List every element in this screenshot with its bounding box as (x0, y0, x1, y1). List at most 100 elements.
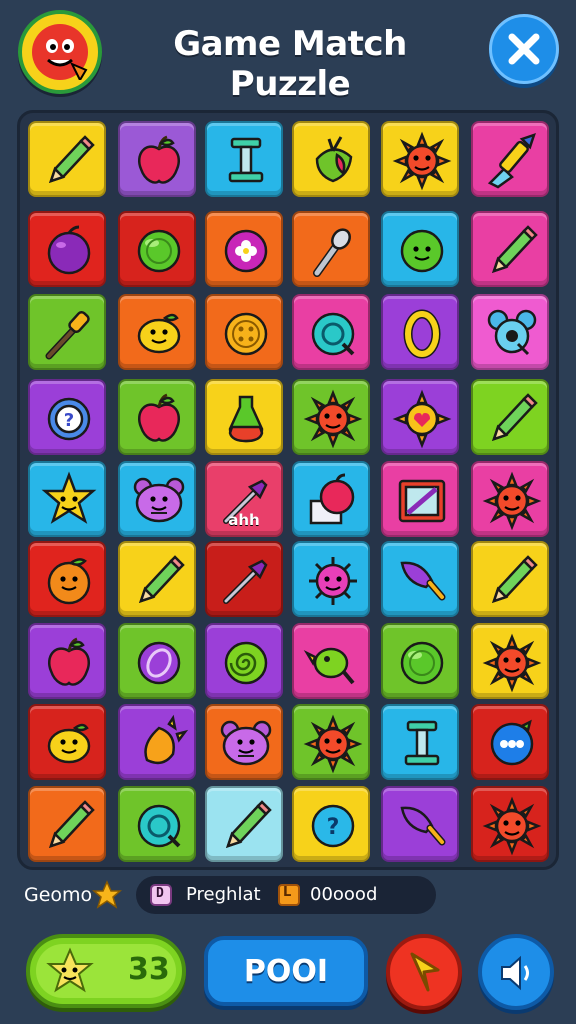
game-tile[interactable] (28, 211, 106, 287)
game-tile[interactable] (118, 211, 196, 287)
feather-brush-icon (400, 561, 446, 601)
game-tile[interactable] (381, 786, 459, 862)
potion-icon (228, 395, 264, 443)
game-tile[interactable] (292, 704, 370, 780)
svg-text:?: ? (64, 410, 74, 431)
feather-brush-icon (400, 806, 446, 846)
game-tile[interactable] (381, 541, 459, 617)
sun-face-icon (303, 389, 363, 449)
game-tile[interactable] (28, 704, 106, 780)
speaker-icon (501, 955, 529, 991)
game-tile[interactable]: ? (28, 379, 106, 455)
back-button[interactable] (386, 934, 462, 1010)
apple-box-icon (309, 473, 355, 525)
fruit-leaf-icon (315, 136, 353, 183)
virus-face-icon (309, 557, 357, 605)
game-tile[interactable] (292, 211, 370, 287)
game-tile[interactable] (381, 461, 459, 537)
game-tile[interactable] (205, 294, 283, 370)
ring-icon (403, 309, 441, 359)
hint-button[interactable]: 33 (26, 934, 186, 1008)
game-tile[interactable] (471, 461, 549, 537)
game-tile[interactable] (292, 379, 370, 455)
game-tile[interactable] (471, 786, 549, 862)
sound-button[interactable] (478, 934, 554, 1010)
status-bar: Geomo D Preghlat L 00οοοd (0, 874, 576, 918)
bear-face-icon (133, 477, 185, 523)
game-tile[interactable] (471, 623, 549, 699)
torch-icon (313, 228, 351, 277)
sun-face-icon (392, 131, 452, 191)
lemon-face-icon (137, 313, 181, 354)
pencil-icon (49, 800, 95, 848)
game-tile[interactable] (205, 379, 283, 455)
game-tile[interactable] (292, 121, 370, 197)
game-tile[interactable] (205, 211, 283, 287)
apple-icon (138, 135, 180, 184)
game-tile[interactable] (381, 294, 459, 370)
status-pill-text-b: 00οοοd (310, 884, 378, 905)
game-tile[interactable] (28, 121, 106, 197)
orange-face-icon (47, 558, 91, 605)
game-tile[interactable] (205, 121, 283, 197)
game-tile[interactable] (292, 294, 370, 370)
game-tile[interactable] (471, 294, 549, 370)
profile-badge-icon: D (150, 884, 172, 906)
game-tile[interactable] (292, 461, 370, 537)
game-tile[interactable] (28, 541, 106, 617)
star-face-icon (41, 471, 97, 524)
game-tile[interactable] (28, 786, 106, 862)
trophy-pedestal-icon (228, 137, 264, 183)
game-tile[interactable] (381, 704, 459, 780)
teal-orb-icon (311, 312, 355, 356)
mouse-face-icon (487, 309, 537, 356)
star-icon (92, 880, 122, 909)
tile-label: ahh (228, 511, 260, 529)
game-tile[interactable] (118, 704, 196, 780)
green-ball-icon (400, 641, 444, 685)
game-tile[interactable] (292, 541, 370, 617)
game-tile[interactable] (381, 121, 459, 197)
svg-text:?: ? (327, 815, 340, 840)
game-tile[interactable]: ahh (205, 461, 283, 537)
game-tile[interactable] (118, 541, 196, 617)
game-tile[interactable] (205, 704, 283, 780)
game-tile[interactable] (471, 211, 549, 287)
game-tile[interactable] (205, 623, 283, 699)
pencil-icon (492, 393, 538, 441)
game-tile[interactable] (118, 379, 196, 455)
bird-icon (303, 647, 355, 685)
game-tile[interactable] (28, 623, 106, 699)
page-title: Game Match Puzzle (173, 24, 407, 104)
play-button[interactable]: POOI (204, 936, 368, 1006)
coin-badge-icon: L (278, 884, 300, 906)
blue-face-ball-icon (490, 719, 534, 766)
game-tile[interactable] (118, 461, 196, 537)
game-tile[interactable] (118, 294, 196, 370)
flower-orb-icon (224, 229, 268, 273)
status-label: Geomo (24, 884, 93, 906)
game-tile[interactable] (471, 379, 549, 455)
game-tile[interactable] (471, 121, 549, 197)
game-tile[interactable]: ? (292, 786, 370, 862)
game-board: ? ahh? (17, 110, 559, 870)
bottom-controls: 33 POOI (0, 926, 576, 1024)
game-tile[interactable] (381, 623, 459, 699)
game-tile[interactable] (471, 704, 549, 780)
game-tile[interactable] (381, 379, 459, 455)
spiral-orb-icon (224, 641, 268, 685)
close-button[interactable] (489, 14, 559, 84)
game-tile[interactable] (292, 623, 370, 699)
game-tile[interactable] (205, 541, 283, 617)
game-tile[interactable] (118, 623, 196, 699)
gear-question-icon: ? (47, 397, 91, 441)
picture-frame-icon (398, 479, 446, 523)
game-tile[interactable] (28, 294, 106, 370)
game-tile[interactable] (28, 461, 106, 537)
game-tile[interactable] (118, 121, 196, 197)
sun-face-icon (303, 714, 363, 774)
game-tile[interactable] (471, 541, 549, 617)
game-tile[interactable] (205, 786, 283, 862)
game-tile[interactable] (118, 786, 196, 862)
game-tile[interactable] (381, 211, 459, 287)
